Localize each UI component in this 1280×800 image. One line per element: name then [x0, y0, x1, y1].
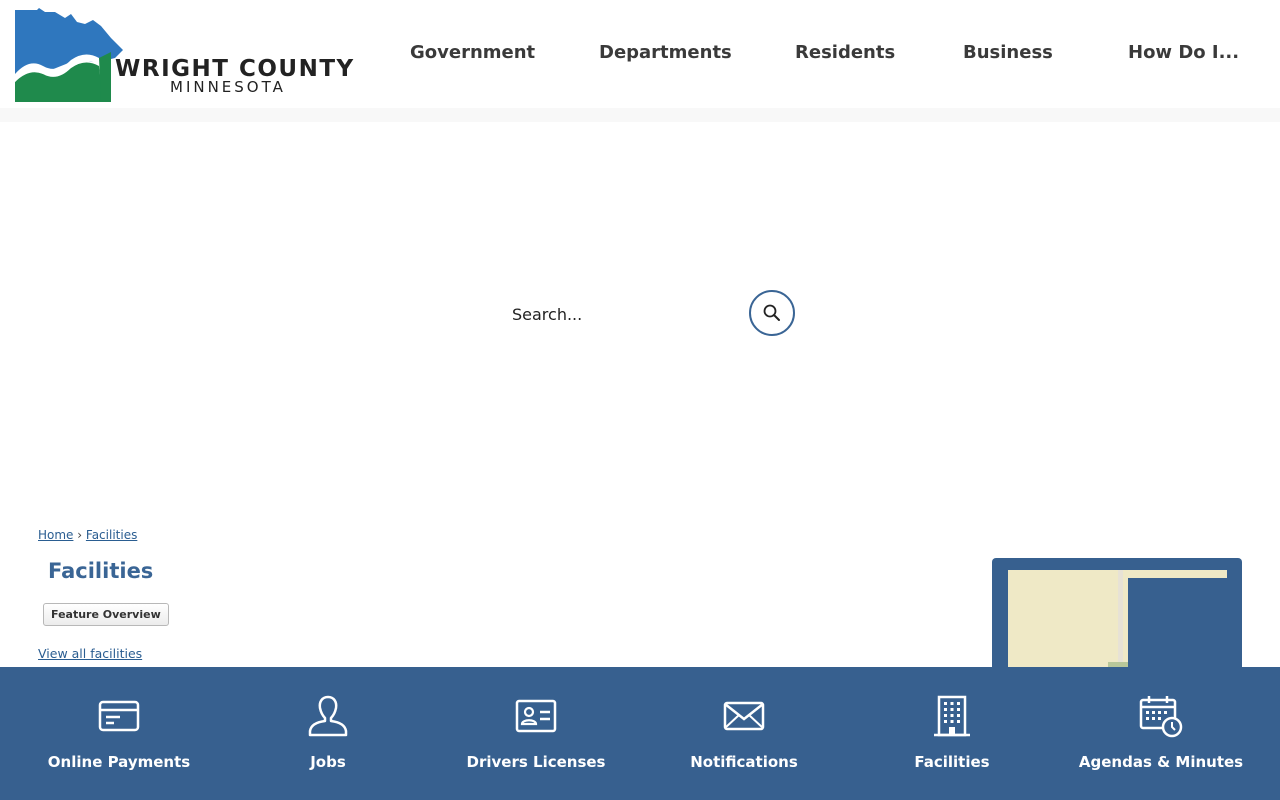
breadcrumb-facilities[interactable]: Facilities: [86, 528, 137, 542]
credit-card-icon: [98, 700, 140, 732]
main-nav: Government Departments Residents Busines…: [380, 30, 1260, 80]
feature-overview-button[interactable]: Feature Overview: [43, 603, 169, 626]
minnesota-logo-icon: [15, 8, 123, 102]
facilities-map-widget: [992, 558, 1242, 678]
building-icon: [934, 695, 970, 737]
id-card-icon: [515, 699, 557, 733]
nav-government[interactable]: Government: [410, 42, 535, 63]
quick-link-label: Notifications: [690, 753, 798, 771]
site-search: [500, 290, 800, 340]
quick-link-agendas-minutes[interactable]: Agendas & Minutes: [1057, 667, 1265, 800]
quick-link-label: Facilities: [914, 753, 990, 771]
quick-link-label: Drivers Licenses: [466, 753, 606, 771]
person-icon: [308, 695, 348, 737]
nav-residents[interactable]: Residents: [795, 42, 895, 63]
envelope-icon: [723, 701, 765, 731]
quick-link-drivers-licenses[interactable]: Drivers Licenses: [432, 667, 640, 800]
quick-link-label: Online Payments: [47, 753, 191, 771]
quick-link-online-payments[interactable]: Online Payments: [15, 667, 223, 800]
header-divider: [0, 108, 1280, 122]
site-header: WRIGHT COUNTY MINNESOTA Government Depar…: [0, 0, 1280, 108]
quick-link-label: Jobs: [310, 753, 346, 771]
county-logo[interactable]: WRIGHT COUNTY MINNESOTA: [15, 8, 365, 103]
nav-how-do-i[interactable]: How Do I...: [1128, 42, 1239, 63]
quick-link-notifications[interactable]: Notifications: [640, 667, 848, 800]
quick-link-label: Agendas & Minutes: [1078, 753, 1244, 771]
search-button[interactable]: [749, 290, 795, 336]
breadcrumb: Home › Facilities: [38, 528, 137, 542]
nav-departments[interactable]: Departments: [599, 42, 732, 63]
search-icon: [763, 304, 780, 321]
facilities-map[interactable]: [1008, 570, 1227, 678]
view-all-facilities-link[interactable]: View all facilities: [38, 646, 142, 661]
search-input[interactable]: [500, 295, 747, 333]
quick-links-bar: Online Payments Jobs Drivers Licenses No…: [0, 667, 1280, 800]
page-title: Facilities: [48, 559, 154, 583]
map-info-panel: [1128, 578, 1227, 678]
quick-link-facilities[interactable]: Facilities: [848, 667, 1056, 800]
logo-subtitle: MINNESOTA: [170, 78, 286, 96]
breadcrumb-separator: ›: [77, 528, 83, 542]
calendar-clock-icon: [1139, 696, 1183, 738]
breadcrumb-home[interactable]: Home: [38, 528, 73, 542]
nav-business[interactable]: Business: [963, 42, 1053, 63]
quick-link-jobs[interactable]: Jobs: [224, 667, 432, 800]
